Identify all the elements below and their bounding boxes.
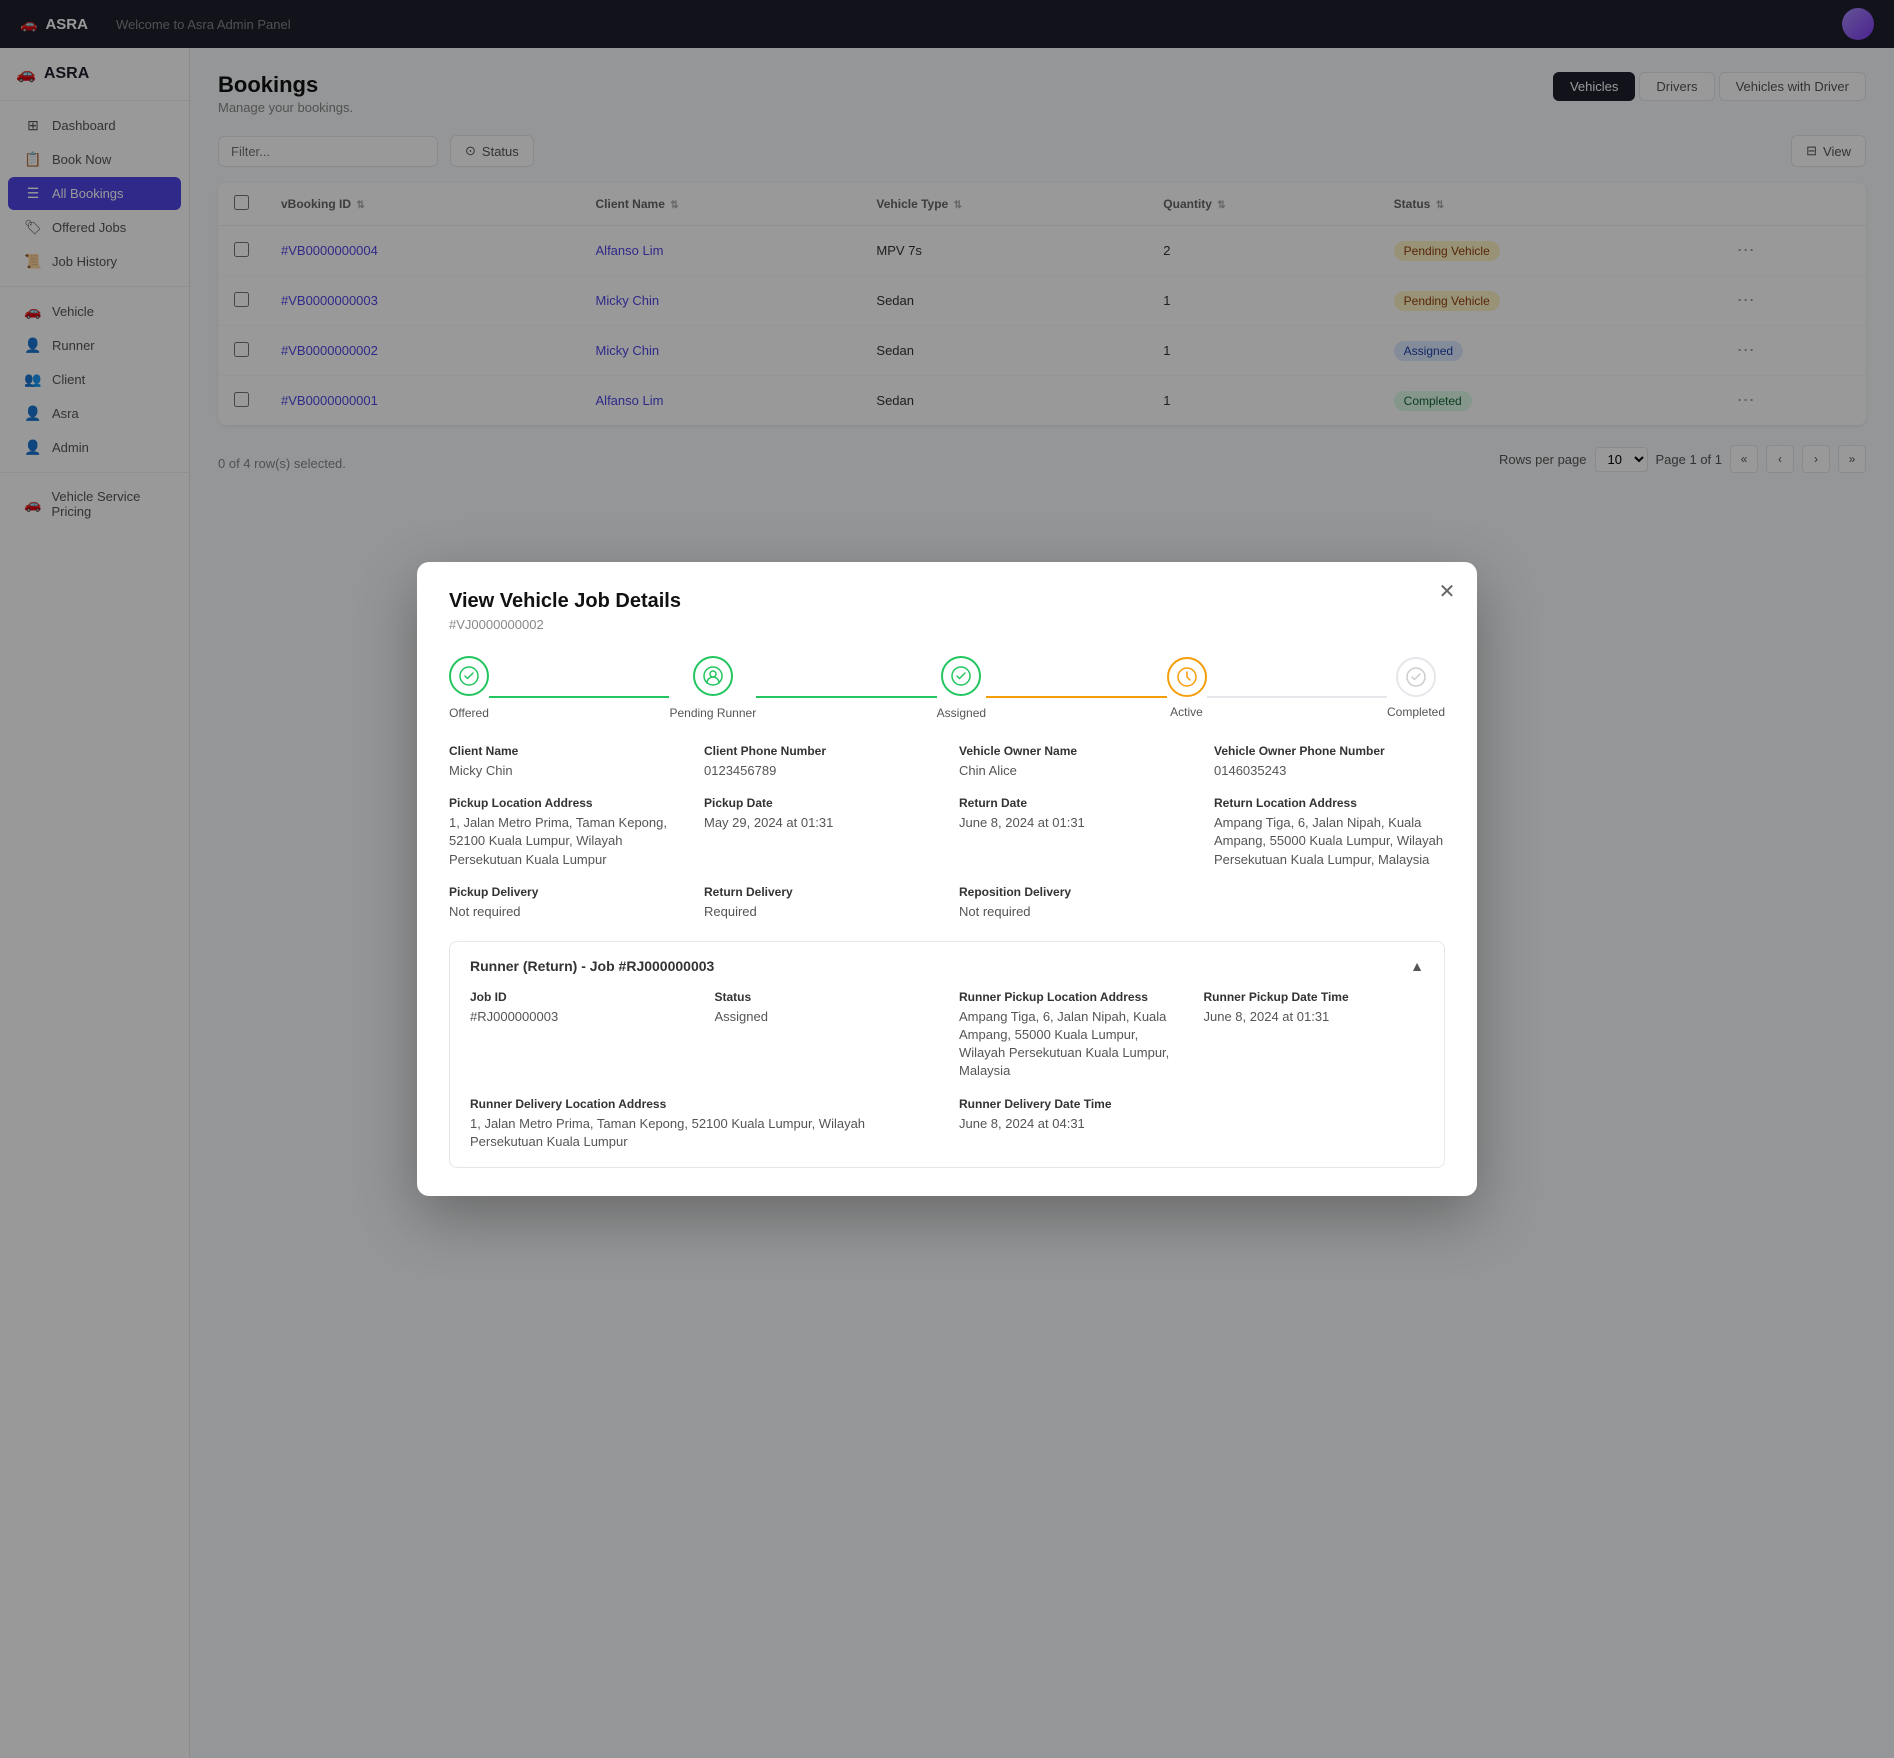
step-assigned-label: Assigned xyxy=(937,706,986,720)
vehicle-owner-field: Vehicle Owner Name Chin Alice xyxy=(959,744,1190,780)
runner-status-label: Status xyxy=(715,990,936,1004)
step-completed: Completed xyxy=(1387,657,1445,719)
pickup-delivery-field: Pickup Delivery Not required xyxy=(449,885,680,921)
return-date-value: June 8, 2024 at 01:31 xyxy=(959,814,1190,832)
runner-job-id-label: Job ID xyxy=(470,990,691,1004)
step-active: Active xyxy=(1167,657,1207,719)
step-pending-runner-circle xyxy=(693,656,733,696)
return-delivery-field: Return Delivery Required xyxy=(704,885,935,921)
runner-collapse-icon: ▲ xyxy=(1410,958,1424,974)
return-date-field: Return Date June 8, 2024 at 01:31 xyxy=(959,796,1190,869)
runner-title: Runner (Return) - Job #RJ000000003 xyxy=(470,958,714,974)
modal-overlay[interactable]: ✕ View Vehicle Job Details #VJ0000000002… xyxy=(0,0,1894,1758)
connector-2 xyxy=(756,696,936,698)
pickup-location-label: Pickup Location Address xyxy=(449,796,680,810)
connector-1 xyxy=(489,696,669,698)
client-name-field: Client Name Micky Chin xyxy=(449,744,680,780)
return-date-label: Return Date xyxy=(959,796,1190,810)
client-name-value: Micky Chin xyxy=(449,762,680,780)
runner-pickup-dt-field: Runner Pickup Date Time June 8, 2024 at … xyxy=(1204,990,1425,1081)
client-phone-value: 0123456789 xyxy=(704,762,935,780)
pickup-date-field: Pickup Date May 29, 2024 at 01:31 xyxy=(704,796,935,869)
runner-delivery-dt-field: Runner Delivery Date Time June 8, 2024 a… xyxy=(959,1097,1424,1151)
return-location-label: Return Location Address xyxy=(1214,796,1445,810)
pickup-delivery-label: Pickup Delivery xyxy=(449,885,680,899)
runner-pickup-value: Ampang Tiga, 6, Jalan Nipah, Kuala Ampan… xyxy=(959,1008,1180,1081)
step-pending-runner: Pending Runner xyxy=(669,656,756,720)
runner-status-field: Status Assigned xyxy=(715,990,936,1081)
runner-grid-2: Runner Delivery Location Address 1, Jala… xyxy=(470,1097,1424,1151)
modal-close-button[interactable]: ✕ xyxy=(1433,578,1461,606)
step-offered-circle xyxy=(449,656,489,696)
runner-header[interactable]: Runner (Return) - Job #RJ000000003 ▲ xyxy=(470,958,1424,974)
step-completed-circle xyxy=(1396,657,1436,697)
pickup-delivery-value: Not required xyxy=(449,903,680,921)
return-delivery-value: Required xyxy=(704,903,935,921)
runner-section: Runner (Return) - Job #RJ000000003 ▲ Job… xyxy=(449,941,1445,1168)
modal-subtitle: #VJ0000000002 xyxy=(449,617,1445,632)
runner-delivery-label: Runner Delivery Location Address xyxy=(470,1097,935,1111)
vehicle-owner-phone-label: Vehicle Owner Phone Number xyxy=(1214,744,1445,758)
progress-steps: Offered Pending Runner Assigned xyxy=(449,656,1445,720)
runner-job-id-field: Job ID #RJ000000003 xyxy=(470,990,691,1081)
runner-pickup-label: Runner Pickup Location Address xyxy=(959,990,1180,1004)
vehicle-owner-value: Chin Alice xyxy=(959,762,1190,780)
reposition-delivery-label: Reposition Delivery xyxy=(959,885,1190,899)
pickup-date-value: May 29, 2024 at 01:31 xyxy=(704,814,935,832)
pickup-location-field: Pickup Location Address 1, Jalan Metro P… xyxy=(449,796,680,869)
vehicle-owner-phone-value: 0146035243 xyxy=(1214,762,1445,780)
runner-status-value: Assigned xyxy=(715,1008,936,1026)
client-name-label: Client Name xyxy=(449,744,680,758)
connector-3 xyxy=(986,696,1166,698)
runner-pickup-field: Runner Pickup Location Address Ampang Ti… xyxy=(959,990,1180,1081)
return-delivery-label: Return Delivery xyxy=(704,885,935,899)
runner-grid: Job ID #RJ000000003 Status Assigned Runn… xyxy=(470,990,1424,1081)
step-offered-label: Offered xyxy=(449,706,489,720)
runner-delivery-dt-label: Runner Delivery Date Time xyxy=(959,1097,1424,1111)
modal: ✕ View Vehicle Job Details #VJ0000000002… xyxy=(417,562,1477,1196)
runner-pickup-dt-value: June 8, 2024 at 01:31 xyxy=(1204,1008,1425,1026)
reposition-delivery-field: Reposition Delivery Not required xyxy=(959,885,1190,921)
reposition-delivery-value: Not required xyxy=(959,903,1190,921)
runner-delivery-field: Runner Delivery Location Address 1, Jala… xyxy=(470,1097,935,1151)
runner-delivery-value: 1, Jalan Metro Prima, Taman Kepong, 5210… xyxy=(470,1115,935,1151)
return-location-field: Return Location Address Ampang Tiga, 6, … xyxy=(1214,796,1445,869)
connector-4 xyxy=(1207,696,1387,698)
step-active-label: Active xyxy=(1170,705,1203,719)
client-phone-field: Client Phone Number 0123456789 xyxy=(704,744,935,780)
details-grid: Client Name Micky Chin Client Phone Numb… xyxy=(449,744,1445,921)
runner-delivery-dt-value: June 8, 2024 at 04:31 xyxy=(959,1115,1424,1133)
step-completed-label: Completed xyxy=(1387,705,1445,719)
runner-job-id-value: #RJ000000003 xyxy=(470,1008,691,1026)
return-location-value: Ampang Tiga, 6, Jalan Nipah, Kuala Ampan… xyxy=(1214,814,1445,869)
modal-title: View Vehicle Job Details xyxy=(449,590,1445,613)
client-phone-label: Client Phone Number xyxy=(704,744,935,758)
step-offered: Offered xyxy=(449,656,489,720)
step-pending-runner-label: Pending Runner xyxy=(669,706,756,720)
runner-pickup-dt-label: Runner Pickup Date Time xyxy=(1204,990,1425,1004)
step-active-circle xyxy=(1167,657,1207,697)
vehicle-owner-phone-field: Vehicle Owner Phone Number 0146035243 xyxy=(1214,744,1445,780)
vehicle-owner-label: Vehicle Owner Name xyxy=(959,744,1190,758)
step-assigned: Assigned xyxy=(937,656,986,720)
pickup-date-label: Pickup Date xyxy=(704,796,935,810)
step-assigned-circle xyxy=(941,656,981,696)
pickup-location-value: 1, Jalan Metro Prima, Taman Kepong, 5210… xyxy=(449,814,680,869)
